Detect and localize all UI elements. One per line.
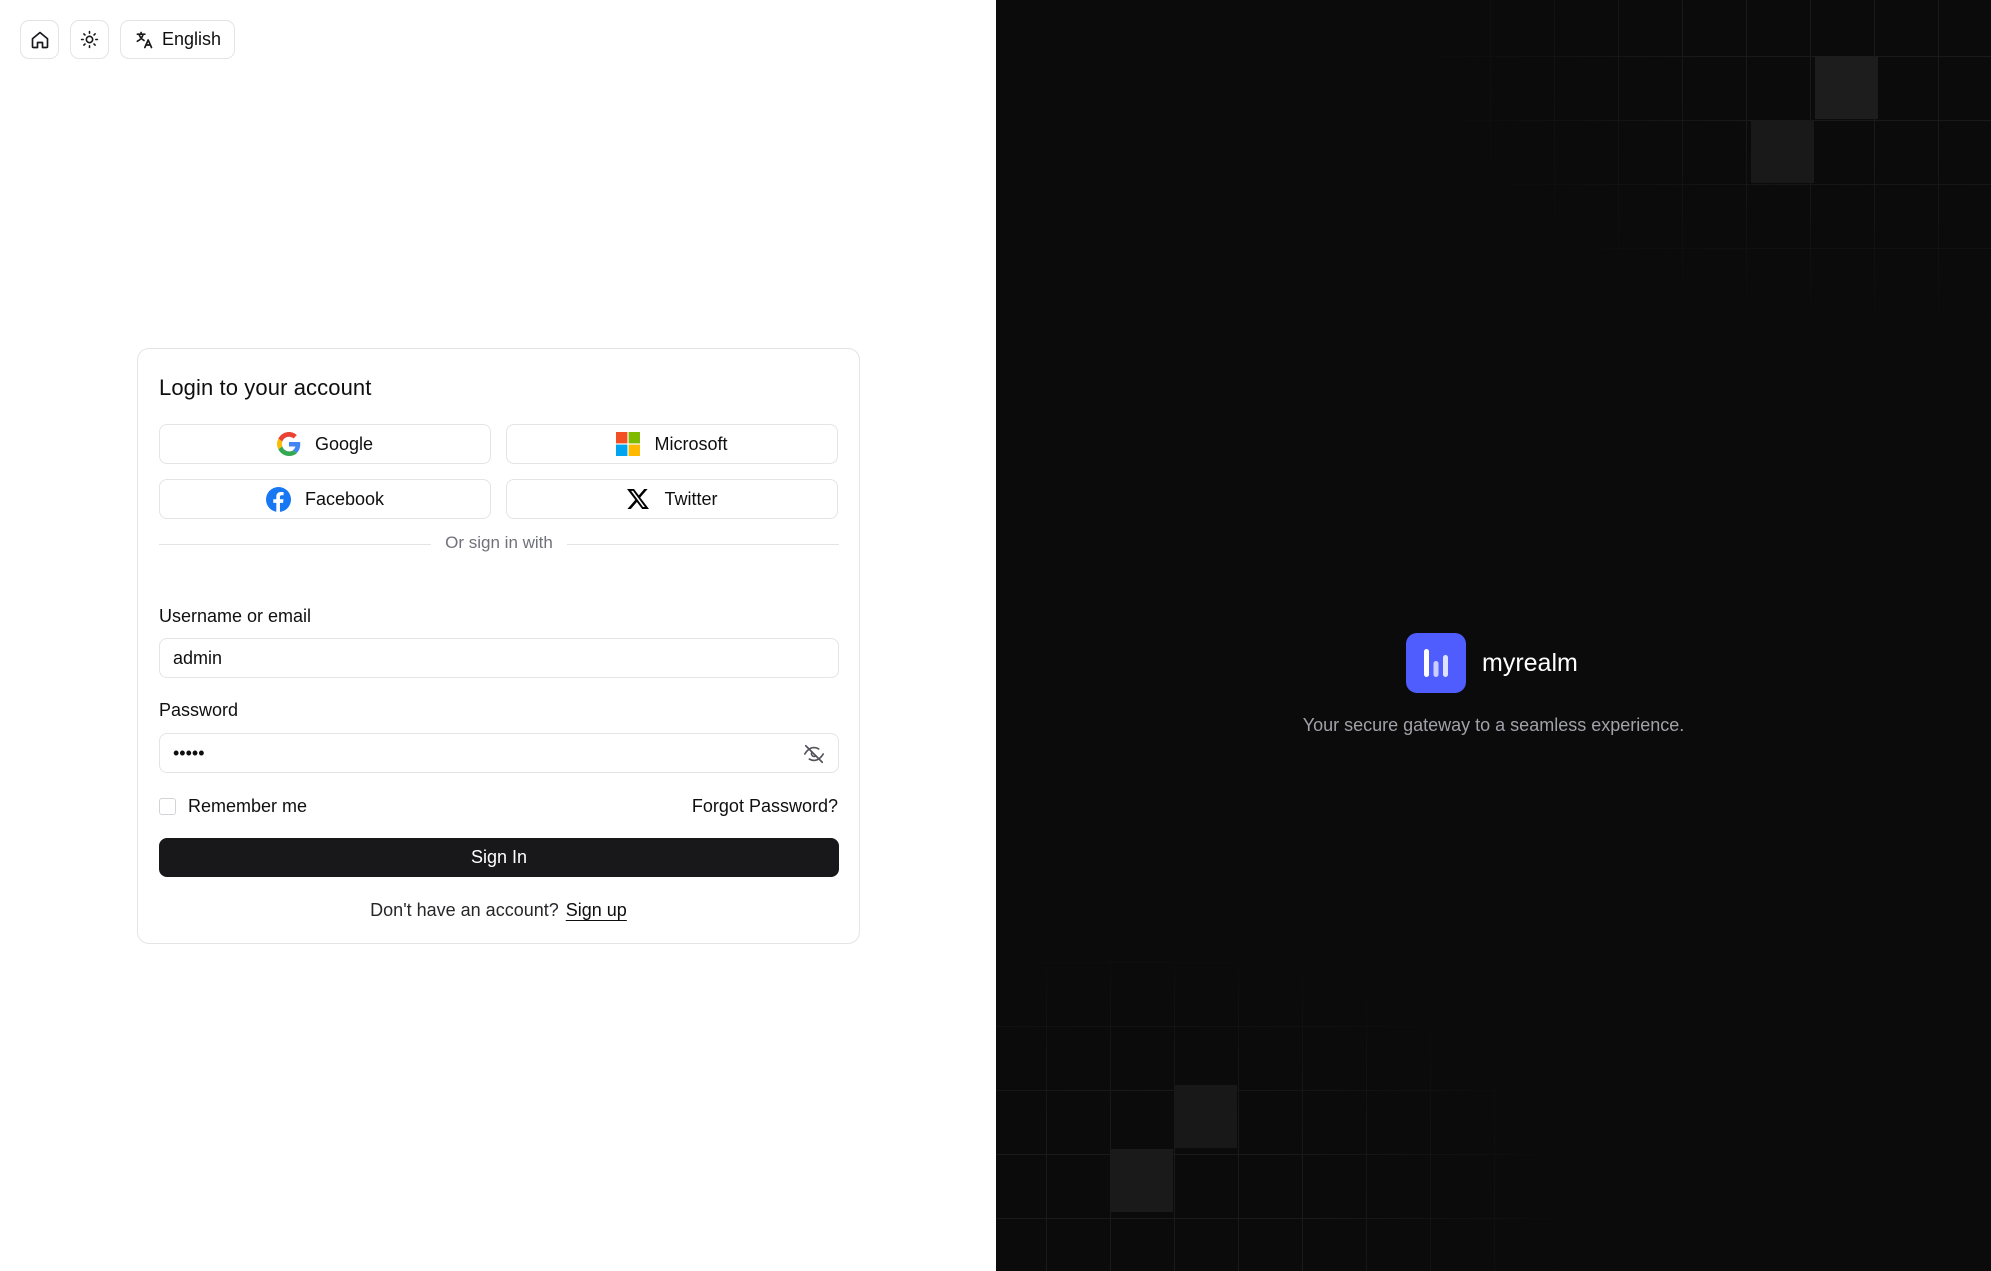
username-input[interactable]	[159, 638, 839, 678]
signup-prompt: Don't have an account?	[370, 900, 559, 920]
google-label: Google	[314, 433, 374, 454]
microsoft-label: Microsoft	[654, 433, 728, 454]
divider-line	[159, 544, 431, 545]
eye-off-icon[interactable]	[803, 743, 825, 765]
microsoft-login-button[interactable]: Microsoft	[506, 424, 838, 464]
divider-line	[567, 544, 839, 545]
remember-me: Remember me	[159, 796, 307, 817]
home-button[interactable]	[20, 20, 59, 59]
username-label: Username or email	[159, 606, 312, 626]
facebook-icon	[265, 486, 291, 512]
theme-toggle-button[interactable]	[70, 20, 109, 59]
facebook-login-button[interactable]: Facebook	[159, 479, 491, 519]
sign-up-link[interactable]: Sign up	[566, 900, 627, 920]
password-label: Password	[159, 700, 239, 720]
home-icon	[31, 31, 48, 48]
language-label: English	[162, 29, 222, 49]
divider-text: Or sign in with	[437, 533, 561, 553]
translate-icon	[136, 31, 153, 48]
google-icon	[276, 432, 301, 456]
grid-highlight-cell	[1815, 56, 1878, 119]
brand-logo	[1406, 633, 1466, 693]
bar-logo-icon	[1424, 649, 1448, 677]
remember-label: Remember me	[188, 796, 308, 816]
twitter-login-button[interactable]: Twitter	[506, 479, 838, 519]
google-login-button[interactable]: Google	[159, 424, 491, 464]
login-card: Login to your account Google Microsoft F…	[137, 348, 860, 944]
x-logo-icon	[627, 489, 650, 509]
brand-pane: myrealm Your secure gateway to a seamles…	[996, 0, 1991, 1271]
decorative-grid	[996, 948, 1561, 1271]
top-toolbar: English	[20, 20, 236, 59]
page-title: Login to your account	[159, 375, 372, 400]
twitter-label: Twitter	[664, 488, 718, 509]
remember-checkbox[interactable]	[159, 798, 176, 815]
forgot-password-link[interactable]: Forgot Password?	[692, 796, 838, 817]
sign-in-button[interactable]: Sign In	[159, 838, 839, 877]
language-button[interactable]: English	[120, 20, 236, 59]
brand-name: myrealm	[1482, 648, 1578, 677]
microsoft-icon	[616, 432, 641, 456]
signup-row: Don't have an account? Sign up	[138, 900, 859, 921]
login-pane: English Login to your account Google Mic…	[0, 0, 996, 1271]
decorative-grid	[1428, 0, 1991, 320]
grid-highlight-cell	[1751, 120, 1814, 183]
facebook-label: Facebook	[304, 488, 385, 509]
password-input[interactable]	[159, 733, 839, 773]
sun-icon	[80, 30, 99, 49]
brand-block: myrealm	[1406, 633, 1578, 693]
grid-highlight-cell	[1174, 1085, 1237, 1148]
grid-highlight-cell	[1110, 1149, 1173, 1212]
brand-tagline: Your secure gateway to a seamless experi…	[1302, 715, 1685, 735]
